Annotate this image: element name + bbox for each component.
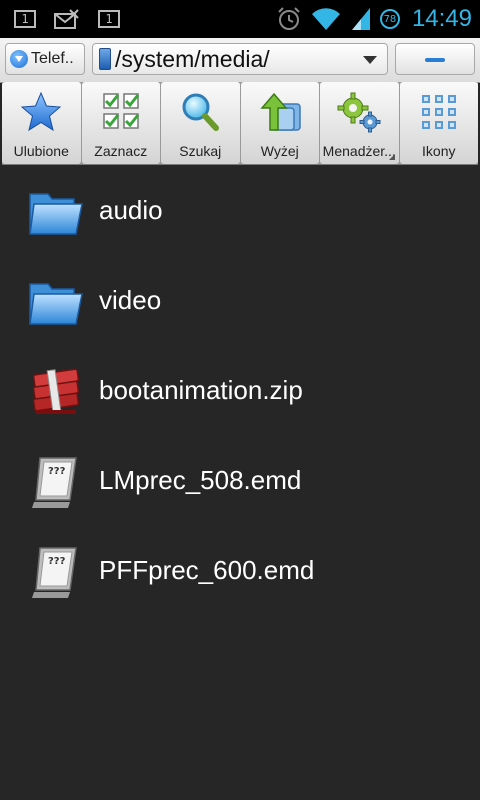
file-list: audio video bootanimation.zip ??? LMprec… <box>0 167 480 617</box>
list-item[interactable]: ??? PFFprec_600.emd <box>0 527 480 617</box>
unknown-file-icon: ??? <box>32 547 77 598</box>
minimize-button[interactable] <box>395 43 475 75</box>
up-folder-icon <box>260 92 301 131</box>
file-name: audio <box>99 195 163 225</box>
clock: 14:49 <box>411 5 472 32</box>
path-dropdown[interactable]: /system/media/ <box>92 43 388 75</box>
toolbar: Ulubione Zaznacz Szukaj Wyżej Menadżer..… <box>2 82 478 165</box>
file-name: LMprec_508.emd <box>99 465 302 495</box>
tool-label-manager: Menadżer... <box>322 143 396 159</box>
gears-icon <box>337 92 381 133</box>
tool-label-favorites: Ulubione <box>13 143 69 159</box>
current-path: /system/media/ <box>115 45 270 72</box>
file-name: bootanimation.zip <box>99 375 303 405</box>
signal-icon <box>351 8 370 30</box>
list-item[interactable]: bootanimation.zip <box>0 347 480 437</box>
notification-icon: 1 <box>98 10 120 28</box>
minus-icon <box>425 58 445 62</box>
list-item[interactable]: audio <box>0 167 480 257</box>
status-bar: 1 1 78 14:49 <box>0 0 480 38</box>
storage-label: Telef.. <box>31 50 74 67</box>
svg-text:???: ??? <box>48 556 66 567</box>
tool-label-up: Wyżej <box>260 143 299 159</box>
unknown-file-icon: ??? <box>32 457 77 508</box>
submenu-indicator-icon <box>388 154 395 160</box>
svg-text:???: ??? <box>48 466 66 477</box>
battery-icon: 78 <box>379 9 400 29</box>
tool-label-search: Szukaj <box>179 143 222 159</box>
search-button[interactable]: Szukaj <box>161 82 240 164</box>
chevron-down-icon <box>10 50 28 68</box>
manager-button[interactable]: Menadżer... <box>320 82 399 164</box>
magnifier-icon <box>182 93 220 131</box>
icons-view-button[interactable]: Ikony <box>399 82 478 164</box>
phone-icon <box>99 48 111 70</box>
tool-label-select: Zaznacz <box>94 143 148 159</box>
favorites-button[interactable]: Ulubione <box>2 82 81 164</box>
checklist-icon <box>103 93 139 129</box>
alarm-icon <box>278 7 300 30</box>
list-item[interactable]: ??? LMprec_508.emd <box>0 437 480 527</box>
wifi-icon <box>311 8 340 30</box>
list-item[interactable]: video <box>0 257 480 347</box>
archive-books-icon <box>32 368 80 414</box>
path-bar: Telef.. /system/media/ <box>0 38 480 83</box>
tool-label-icons: Ikony <box>422 143 456 159</box>
dropdown-arrow-icon <box>363 56 377 64</box>
folder-icon <box>29 283 83 325</box>
file-name: PFFprec_600.emd <box>99 555 315 585</box>
grid-icon <box>421 95 456 129</box>
select-button[interactable]: Zaznacz <box>81 82 160 164</box>
folder-icon <box>29 193 83 235</box>
star-icon <box>21 91 62 132</box>
file-name: video <box>99 285 162 315</box>
up-button[interactable]: Wyżej <box>240 82 319 164</box>
storage-selector-button[interactable]: Telef.. <box>5 43 85 75</box>
sim-notification-icon: 1 <box>14 10 36 28</box>
missed-mail-icon <box>54 9 79 29</box>
